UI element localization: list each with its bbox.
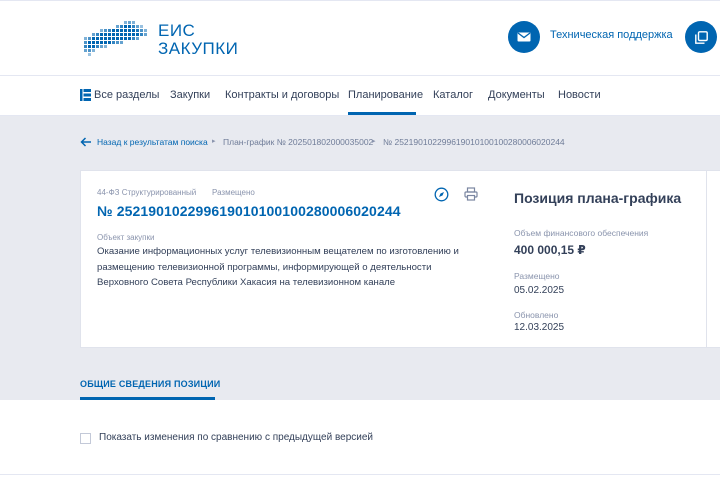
breadcrumb-back-link[interactable]: Назад к результатам поиска (97, 137, 208, 147)
placed-date: 05.02.2025 (514, 285, 565, 296)
eis-logo[interactable]: ЕИС ЗАКУПКИ (80, 19, 240, 59)
nav-contracts[interactable]: Контракты и договоры (225, 89, 339, 101)
window-icon (694, 30, 708, 44)
law-tag: 44-ФЗ Структурированный (97, 188, 197, 197)
object-description: Оказание информационных услуг телевизион… (97, 246, 459, 288)
russia-map-icon (84, 21, 147, 56)
compare-checkbox[interactable] (80, 433, 91, 444)
finance-label: Объем финансового обеспечения (514, 228, 649, 238)
breadcrumb-plan[interactable]: План-график № 202501802000035002 (223, 137, 373, 147)
support-button[interactable] (508, 21, 540, 53)
nav-planning[interactable]: Планирование (348, 89, 423, 101)
breadcrumb-separator-icon: ▸ (212, 138, 216, 145)
nav-news[interactable]: Новости (558, 89, 601, 101)
next-panel-edge (706, 170, 720, 348)
logo-line-1: ЕИС (158, 21, 196, 40)
compass-button[interactable] (433, 186, 449, 202)
menu-grid-icon (80, 89, 91, 101)
nav-purchases[interactable]: Закупки (170, 89, 210, 101)
breadcrumb-current: № 252190102299619010100100280006020244 (383, 137, 565, 147)
logo-text: ЕИС ЗАКУПКИ (158, 22, 238, 58)
logo-line-2: ЗАКУПКИ (158, 39, 239, 58)
open-window-button[interactable] (685, 21, 717, 53)
main-nav: Все разделы Закупки Контракты и договоры… (0, 76, 720, 116)
top-header: ЕИС ЗАКУПКИ Техническая поддержка (0, 0, 720, 76)
updated-date: 12.03.2025 (514, 322, 565, 333)
tab-general-info[interactable]: ОБЩИЕ СВЕДЕНИЯ ПОЗИЦИИ (80, 379, 220, 389)
divider (0, 474, 720, 475)
arrow-left-icon[interactable] (80, 137, 92, 147)
compass-icon (434, 187, 448, 201)
compare-checkbox-label[interactable]: Показать изменения по сравнению с предыд… (99, 432, 373, 443)
printer-icon (464, 187, 478, 201)
print-button[interactable] (463, 186, 479, 202)
nav-active-indicator (348, 112, 416, 115)
registry-number[interactable]: № 252190102299619010100100280006020244 (97, 203, 401, 219)
summary-title: Позиция плана-графика (514, 190, 682, 206)
nav-all-sections[interactable]: Все разделы (94, 89, 159, 101)
updated-label: Обновлено (514, 310, 559, 320)
nav-catalog[interactable]: Каталог (433, 89, 473, 101)
mail-icon (517, 32, 531, 42)
object-label: Объект закупки (97, 233, 155, 242)
breadcrumb-separator-icon: ▸ (372, 138, 376, 145)
status-tag: Размещено (212, 188, 255, 197)
finance-value: 400 000,15 ₽ (514, 243, 586, 257)
placed-label: Размещено (514, 271, 560, 281)
nav-documents[interactable]: Документы (488, 89, 545, 101)
support-link[interactable]: Техническая поддержка (550, 29, 673, 41)
